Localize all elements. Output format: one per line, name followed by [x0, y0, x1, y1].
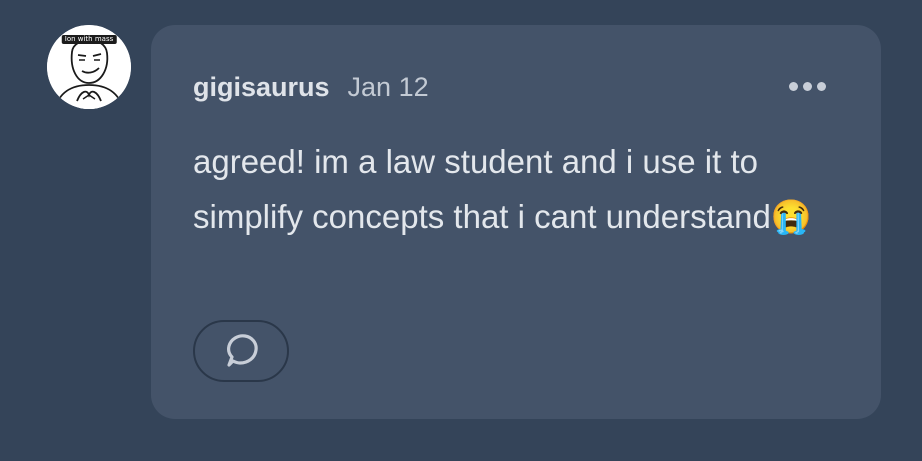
avatar[interactable]: Ion with mass [47, 25, 131, 109]
comment-card: gigisaurus Jan 12 agreed! im a law stude… [151, 25, 881, 419]
page: Ion with mass gigisaurus Jan 12 agreed! … [0, 0, 922, 461]
reply-button[interactable] [193, 320, 289, 382]
comment-header: gigisaurus Jan 12 [193, 69, 429, 105]
avatar-caption: Ion with mass [61, 35, 117, 44]
comment-date[interactable]: Jan 12 [348, 72, 429, 103]
speech-bubble-icon [227, 334, 258, 367]
more-horizontal-icon [788, 81, 826, 91]
more-options-button[interactable] [779, 70, 835, 102]
author-name[interactable]: gigisaurus [193, 72, 330, 103]
more-dot [816, 81, 826, 91]
comment-text: agreed! im a law student and i use it to… [193, 143, 812, 235]
more-dot [802, 81, 812, 91]
more-dot [788, 81, 798, 91]
